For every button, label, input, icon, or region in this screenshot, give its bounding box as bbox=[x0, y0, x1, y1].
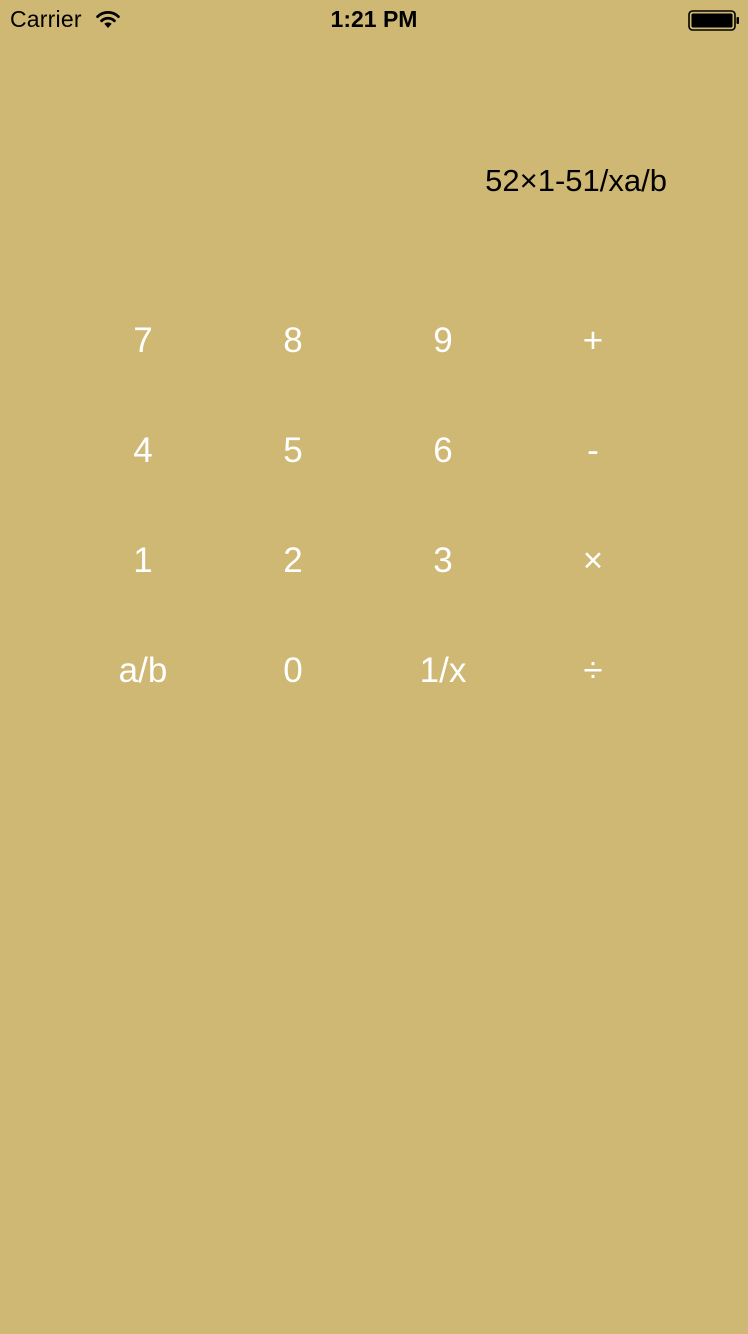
key-4[interactable]: 4 bbox=[68, 396, 218, 506]
status-bar: Carrier 1:21 PM bbox=[0, 0, 748, 40]
key-label: 1 bbox=[133, 541, 153, 580]
key-multiply[interactable]: × bbox=[518, 506, 668, 616]
key-1[interactable]: 1 bbox=[68, 506, 218, 616]
key-6[interactable]: 6 bbox=[368, 396, 518, 506]
key-label: 1/x bbox=[419, 651, 467, 690]
key-divide[interactable]: ÷ bbox=[518, 616, 668, 726]
key-label: - bbox=[587, 431, 599, 470]
key-label: 6 bbox=[433, 431, 453, 470]
key-label: 5 bbox=[283, 431, 303, 470]
key-3[interactable]: 3 bbox=[368, 506, 518, 616]
key-label: 2 bbox=[283, 541, 303, 580]
status-time: 1:21 PM bbox=[330, 6, 418, 32]
key-label: 3 bbox=[433, 541, 453, 580]
key-5[interactable]: 5 bbox=[218, 396, 368, 506]
key-0[interactable]: 0 bbox=[218, 616, 368, 726]
key-2[interactable]: 2 bbox=[218, 506, 368, 616]
key-label: × bbox=[582, 541, 604, 580]
key-label: 7 bbox=[133, 321, 153, 360]
keypad: 7 8 9 + 4 5 6 - 1 2 3 × a/b 0 1/x ÷ bbox=[68, 286, 668, 726]
key-reciprocal[interactable]: 1/x bbox=[368, 616, 518, 726]
key-fraction[interactable]: a/b bbox=[68, 616, 218, 726]
key-label: ÷ bbox=[583, 651, 603, 690]
key-7[interactable]: 7 bbox=[68, 286, 218, 396]
key-label: + bbox=[582, 321, 604, 360]
expression-display: 52×1-51/xa/b bbox=[485, 163, 667, 198]
key-label: 0 bbox=[283, 651, 303, 690]
battery-icon bbox=[688, 10, 739, 31]
key-8[interactable]: 8 bbox=[218, 286, 368, 396]
key-label: a/b bbox=[118, 651, 168, 690]
key-9[interactable]: 9 bbox=[368, 286, 518, 396]
key-label: 8 bbox=[283, 321, 303, 360]
key-label: 4 bbox=[133, 431, 153, 470]
key-minus[interactable]: - bbox=[518, 396, 668, 506]
key-plus[interactable]: + bbox=[518, 286, 668, 396]
key-label: 9 bbox=[433, 321, 453, 360]
